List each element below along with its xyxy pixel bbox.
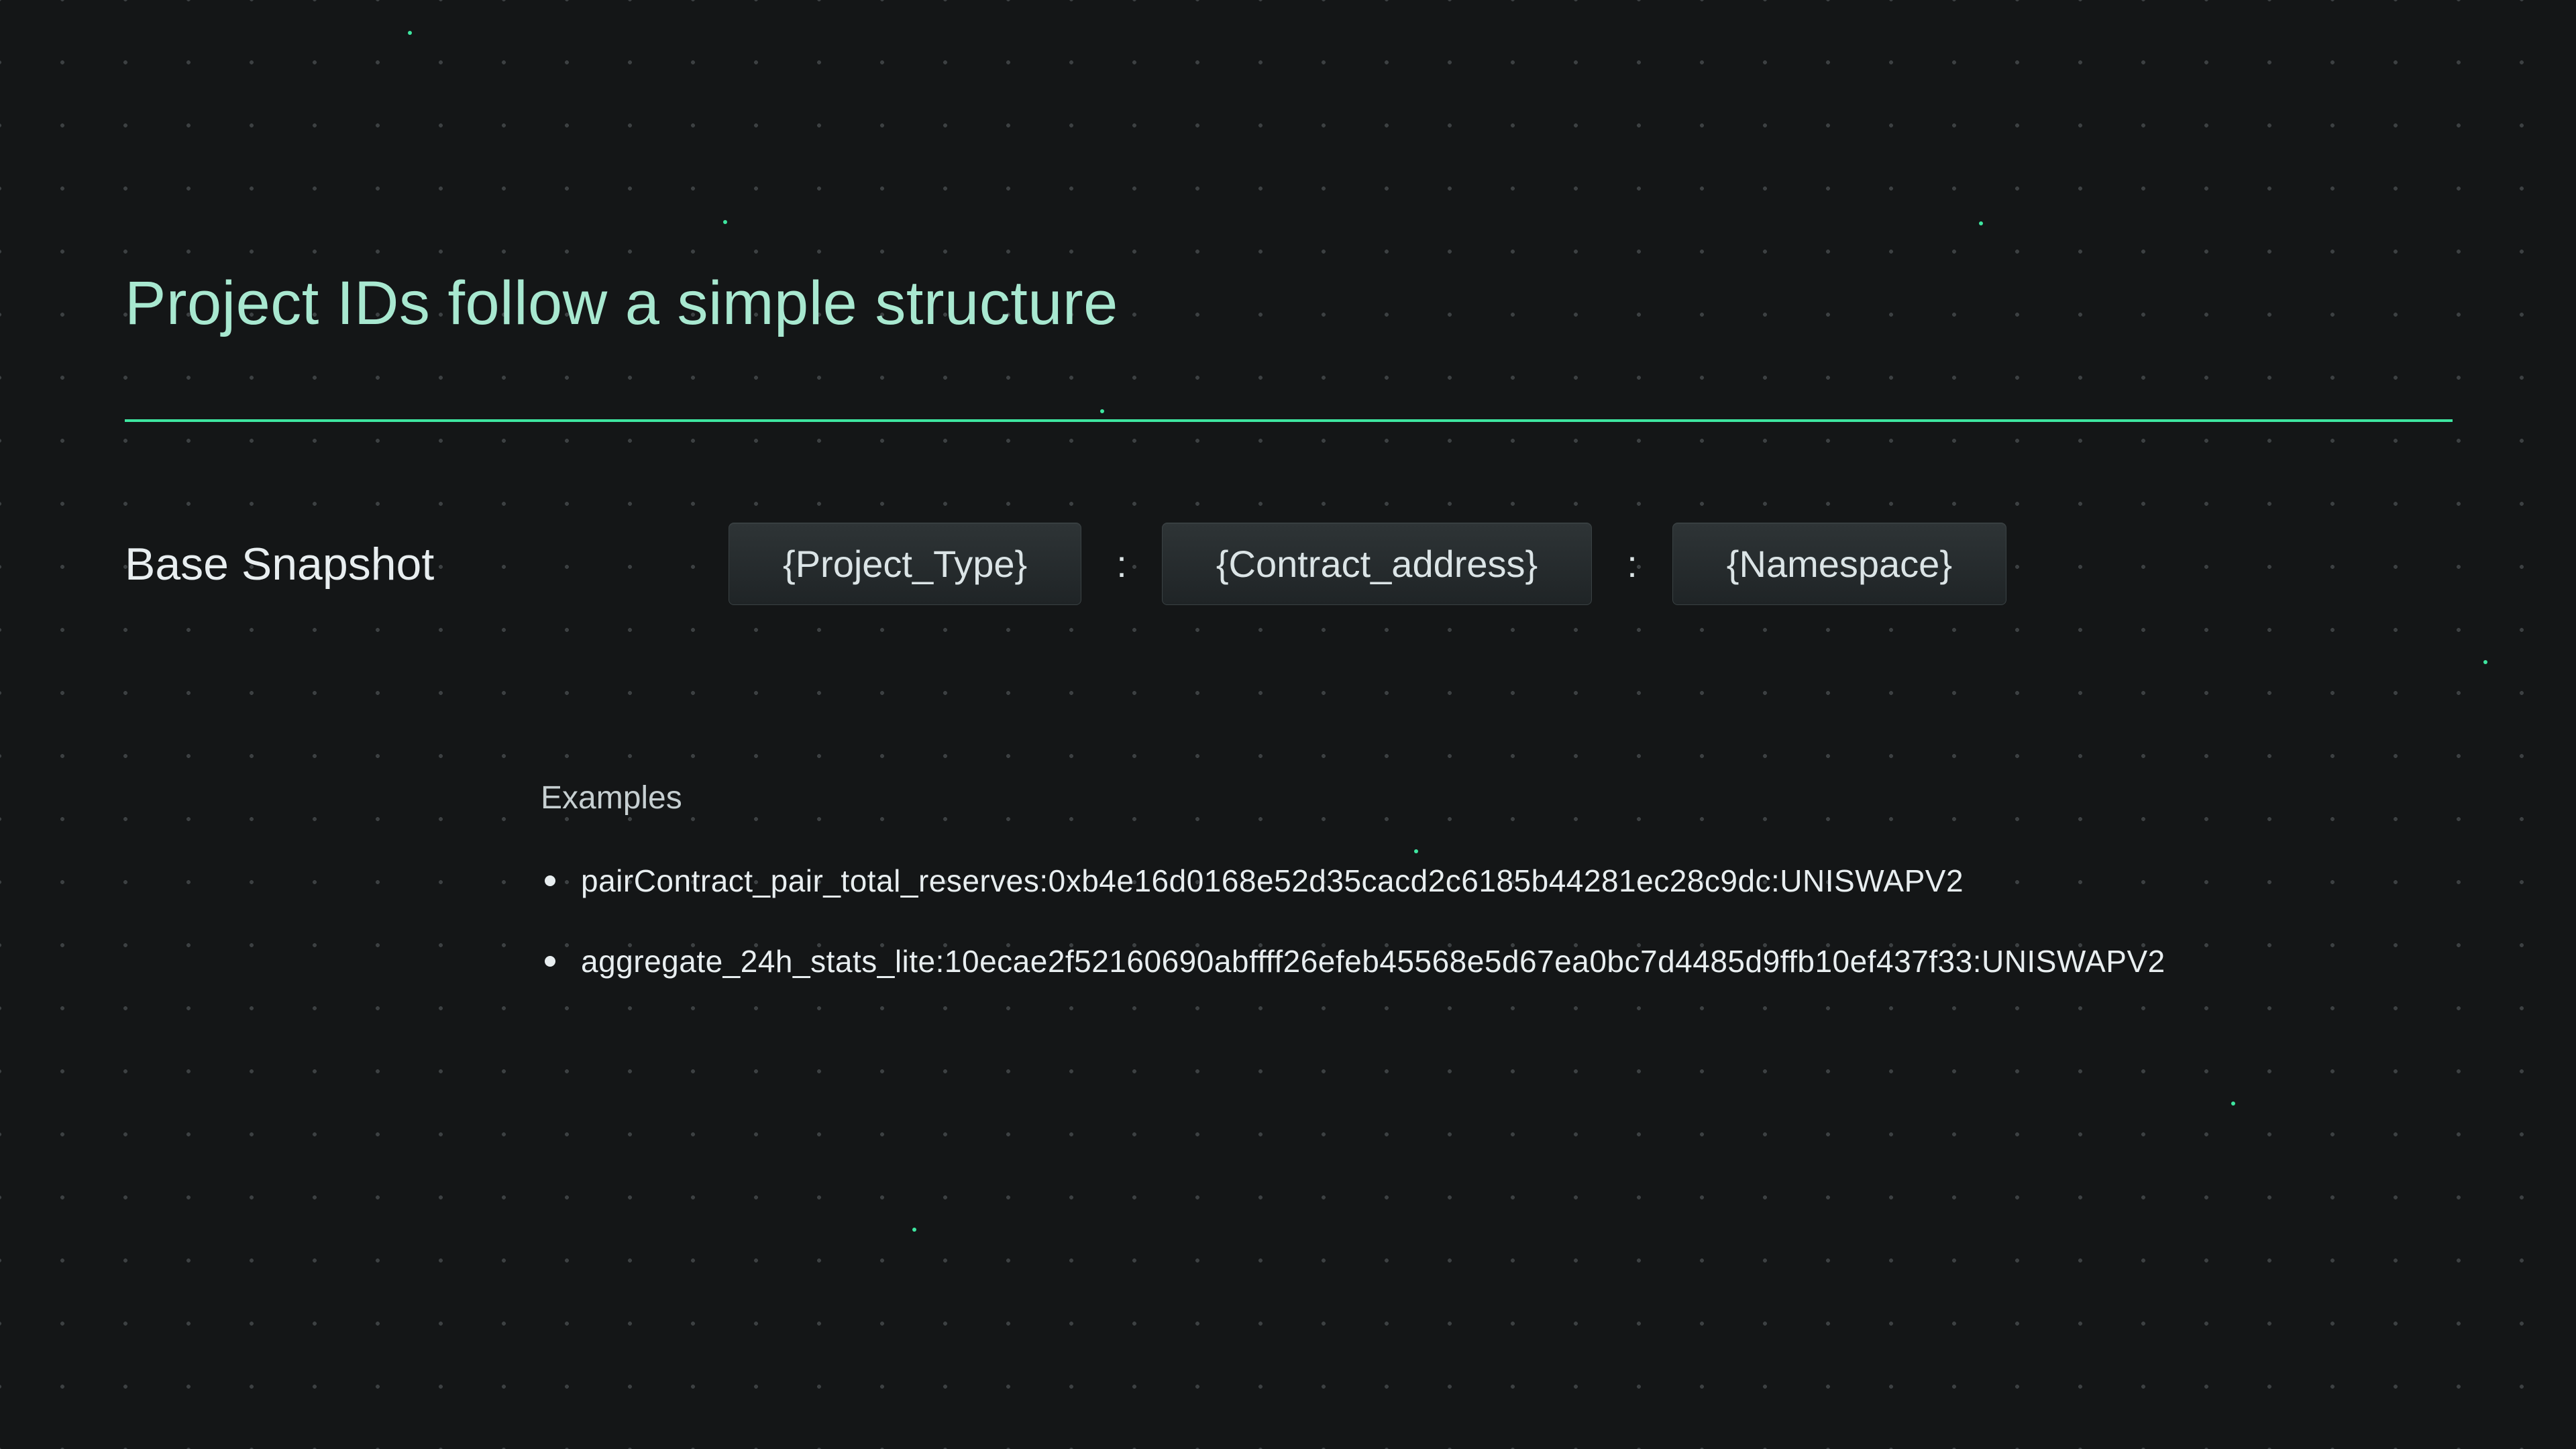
row-label: Base Snapshot: [125, 538, 729, 590]
accent-dot: [1979, 221, 1983, 225]
slide-title: Project IDs follow a simple structure: [125, 268, 2469, 339]
example-item: pairContract_pair_total_reserves:0xb4e16…: [541, 859, 2469, 902]
example-list: pairContract_pair_total_reserves:0xb4e16…: [541, 859, 2469, 983]
structure-row: Base Snapshot {Project_Type} : {Contract…: [125, 523, 2469, 605]
accent-dot: [2483, 660, 2487, 664]
token-namespace: {Namespace}: [1672, 523, 2006, 605]
slide-content: Project IDs follow a simple structure Ba…: [125, 268, 2469, 1021]
token-contract-address: {Contract_address}: [1162, 523, 1592, 605]
accent-dot: [912, 1228, 916, 1232]
token-separator: :: [1624, 542, 1640, 586]
divider-rule: [125, 419, 2453, 422]
token-project-type: {Project_Type}: [729, 523, 1081, 605]
accent-dot: [723, 220, 727, 224]
accent-dot: [408, 31, 412, 35]
example-item: aggregate_24h_stats_lite:10ecae2f5216069…: [541, 940, 2469, 983]
token-separator: :: [1114, 542, 1130, 586]
accent-dot: [2231, 1102, 2235, 1106]
examples-heading: Examples: [541, 780, 2469, 816]
token-group: {Project_Type} : {Contract_address} : {N…: [729, 523, 2006, 605]
examples-section: Examples pairContract_pair_total_reserve…: [541, 780, 2469, 983]
